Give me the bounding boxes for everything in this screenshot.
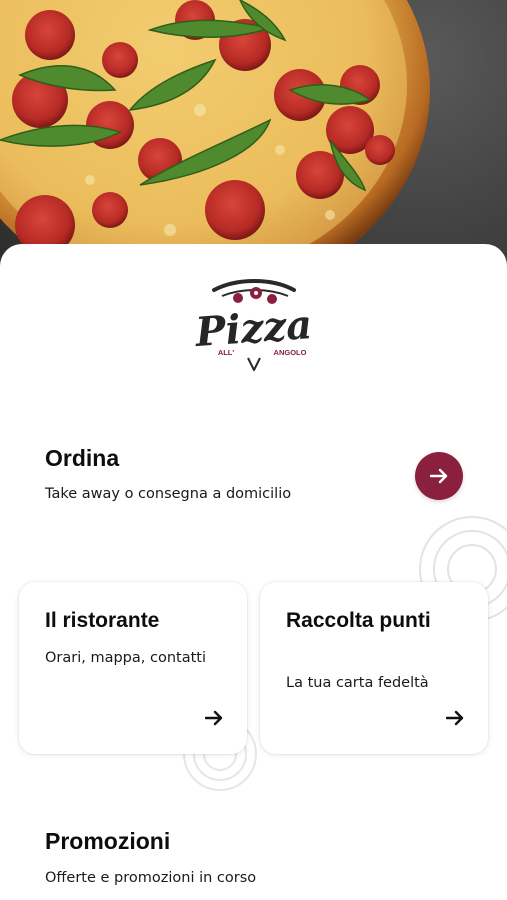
arrow-right-icon	[430, 468, 448, 484]
promotions-title[interactable]: Promozioni	[45, 828, 170, 855]
loyalty-card-title: Raccolta punti	[286, 609, 431, 632]
restaurant-card-subtitle: Orari, mappa, contatti	[45, 650, 206, 666]
pizza-illustration	[0, 0, 430, 280]
restaurant-card-title: Il ristorante	[45, 609, 160, 632]
logo-left-word: ALL'	[218, 348, 235, 357]
arrow-right-icon[interactable]	[205, 710, 223, 726]
loyalty-card-subtitle: La tua carta fedeltà	[286, 675, 429, 691]
order-title[interactable]: Ordina	[45, 445, 119, 472]
restaurant-card[interactable]: Il ristorante Orari, mappa, contatti	[19, 582, 247, 754]
order-subtitle: Take away o consegna a domicilio	[45, 486, 292, 502]
arrow-right-icon[interactable]	[446, 710, 464, 726]
loyalty-card[interactable]: Raccolta punti La tua carta fedeltà	[260, 582, 488, 754]
content-sheet: Pizza ALL' ANGOLO Ordina Take away o con…	[0, 244, 507, 900]
logo-right-word: ANGOLO	[274, 348, 307, 357]
hero-image	[0, 0, 507, 280]
order-button[interactable]	[415, 452, 463, 500]
promotions-subtitle: Offerte e promozioni in corso	[45, 870, 257, 886]
pizza-all-angolo-logo: Pizza ALL' ANGOLO	[193, 279, 314, 371]
